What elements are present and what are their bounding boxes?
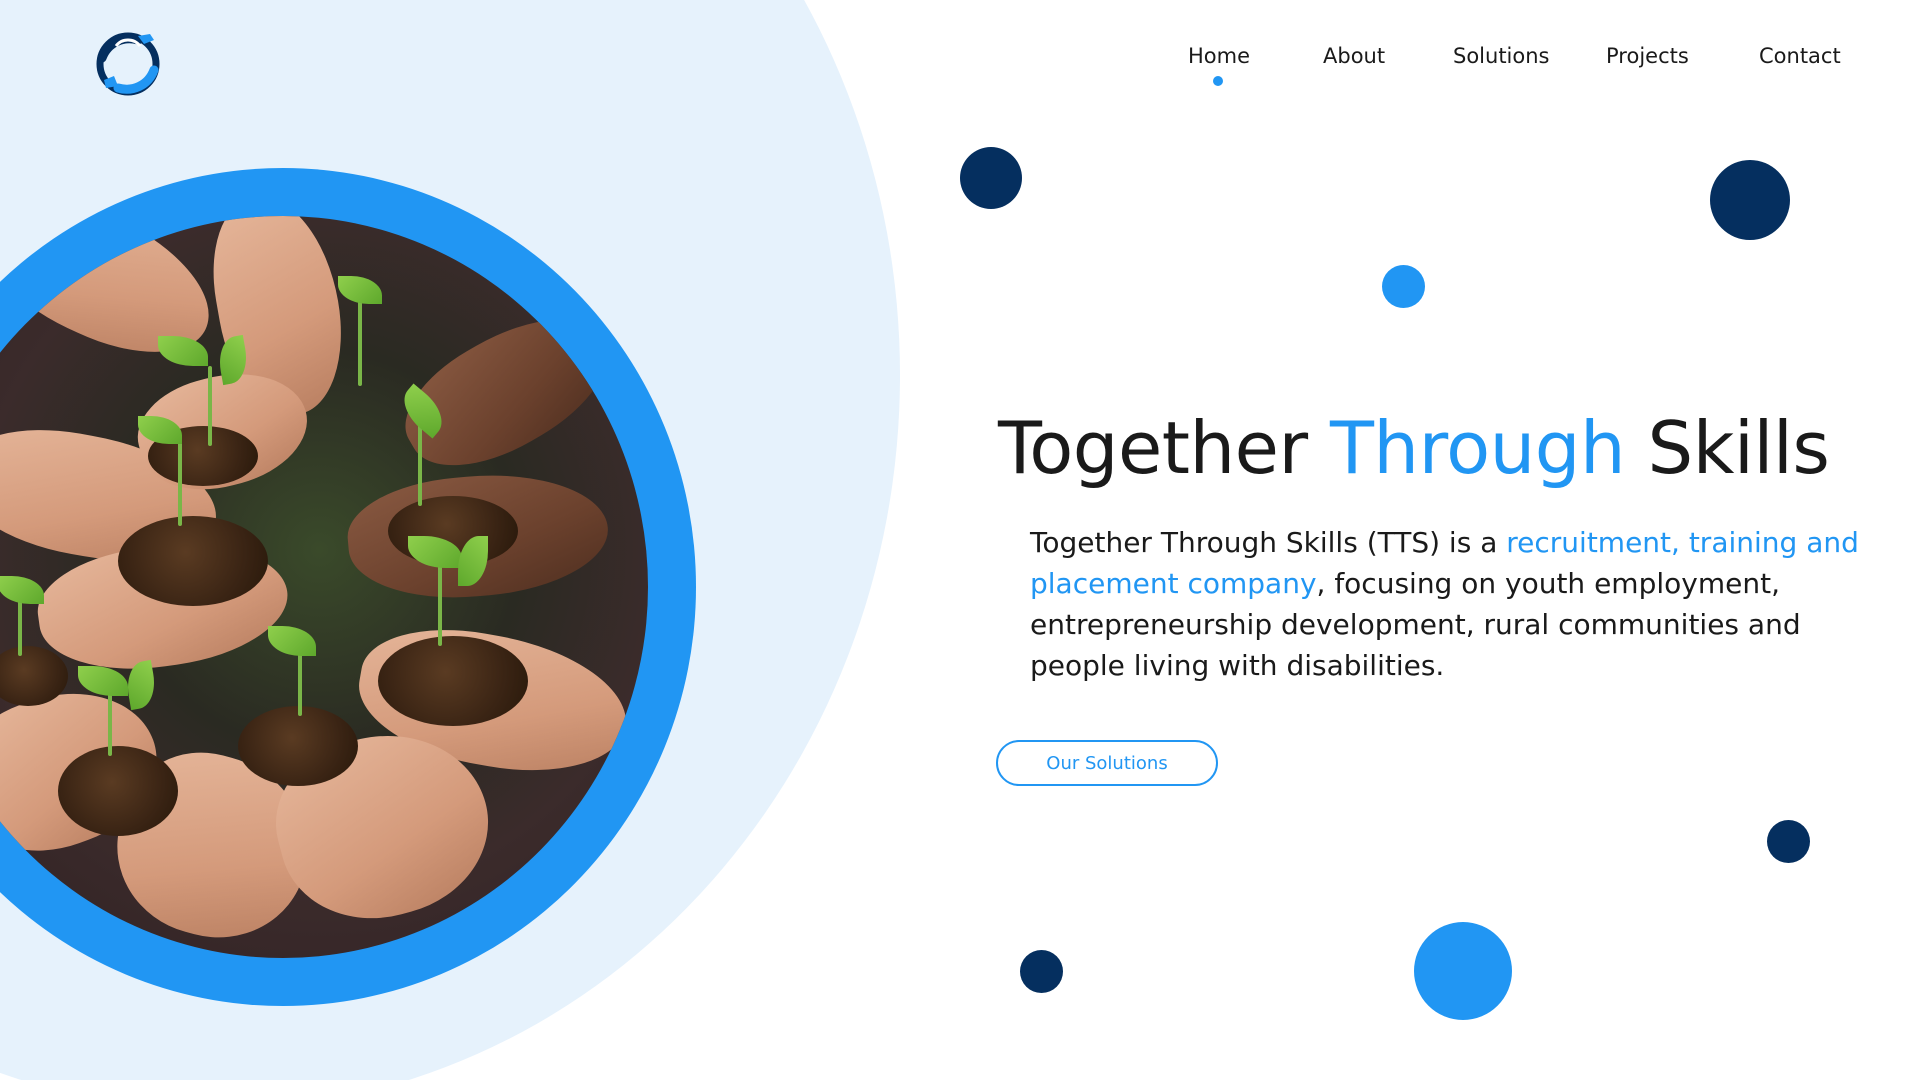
stem-shape xyxy=(208,366,212,446)
hero-title-accent: Through xyxy=(1329,406,1626,490)
nav-item-about[interactable]: About xyxy=(1323,44,1385,68)
our-solutions-button[interactable]: Our Solutions xyxy=(996,740,1218,786)
decorative-dot xyxy=(1020,950,1063,993)
hands-circle-logo-icon xyxy=(96,32,160,96)
hero-title: Together Through Skills xyxy=(998,406,1830,490)
stem-shape xyxy=(438,556,442,646)
stem-shape xyxy=(18,596,22,656)
soil-shape xyxy=(238,706,358,786)
leaf-shape xyxy=(338,276,382,304)
leaf-shape xyxy=(0,576,44,604)
soil-shape xyxy=(378,636,528,726)
main-nav: Home About Solutions Projects Contact xyxy=(1170,44,1870,104)
stem-shape xyxy=(298,646,302,716)
nav-item-solutions[interactable]: Solutions xyxy=(1453,44,1550,68)
hero-title-part1: Together xyxy=(998,406,1330,490)
nav-item-contact[interactable]: Contact xyxy=(1759,44,1841,68)
decorative-dot xyxy=(960,147,1022,209)
decorative-dot xyxy=(1710,160,1790,240)
soil-shape xyxy=(58,746,178,836)
decorative-dot xyxy=(1382,265,1425,308)
hero-title-part2: Skills xyxy=(1625,406,1830,490)
nav-active-indicator xyxy=(1213,76,1223,86)
decorative-dot xyxy=(1767,820,1810,863)
logo[interactable] xyxy=(94,28,162,98)
nav-item-home[interactable]: Home xyxy=(1188,44,1250,68)
leaf-shape xyxy=(78,666,128,696)
decorative-dot xyxy=(1414,922,1512,1020)
hero-description: Together Through Skills (TTS) is a recru… xyxy=(1030,522,1870,686)
stem-shape xyxy=(178,436,182,526)
stem-shape xyxy=(358,296,362,386)
landing-page: Home About Solutions Projects Contact To… xyxy=(0,0,1920,1080)
leaf-shape xyxy=(158,336,208,366)
soil-shape xyxy=(118,516,268,606)
stem-shape xyxy=(108,686,112,756)
nav-item-projects[interactable]: Projects xyxy=(1606,44,1689,68)
hero-body-part1: Together Through Skills (TTS) is a xyxy=(1030,526,1507,559)
leaf-shape xyxy=(268,626,316,656)
